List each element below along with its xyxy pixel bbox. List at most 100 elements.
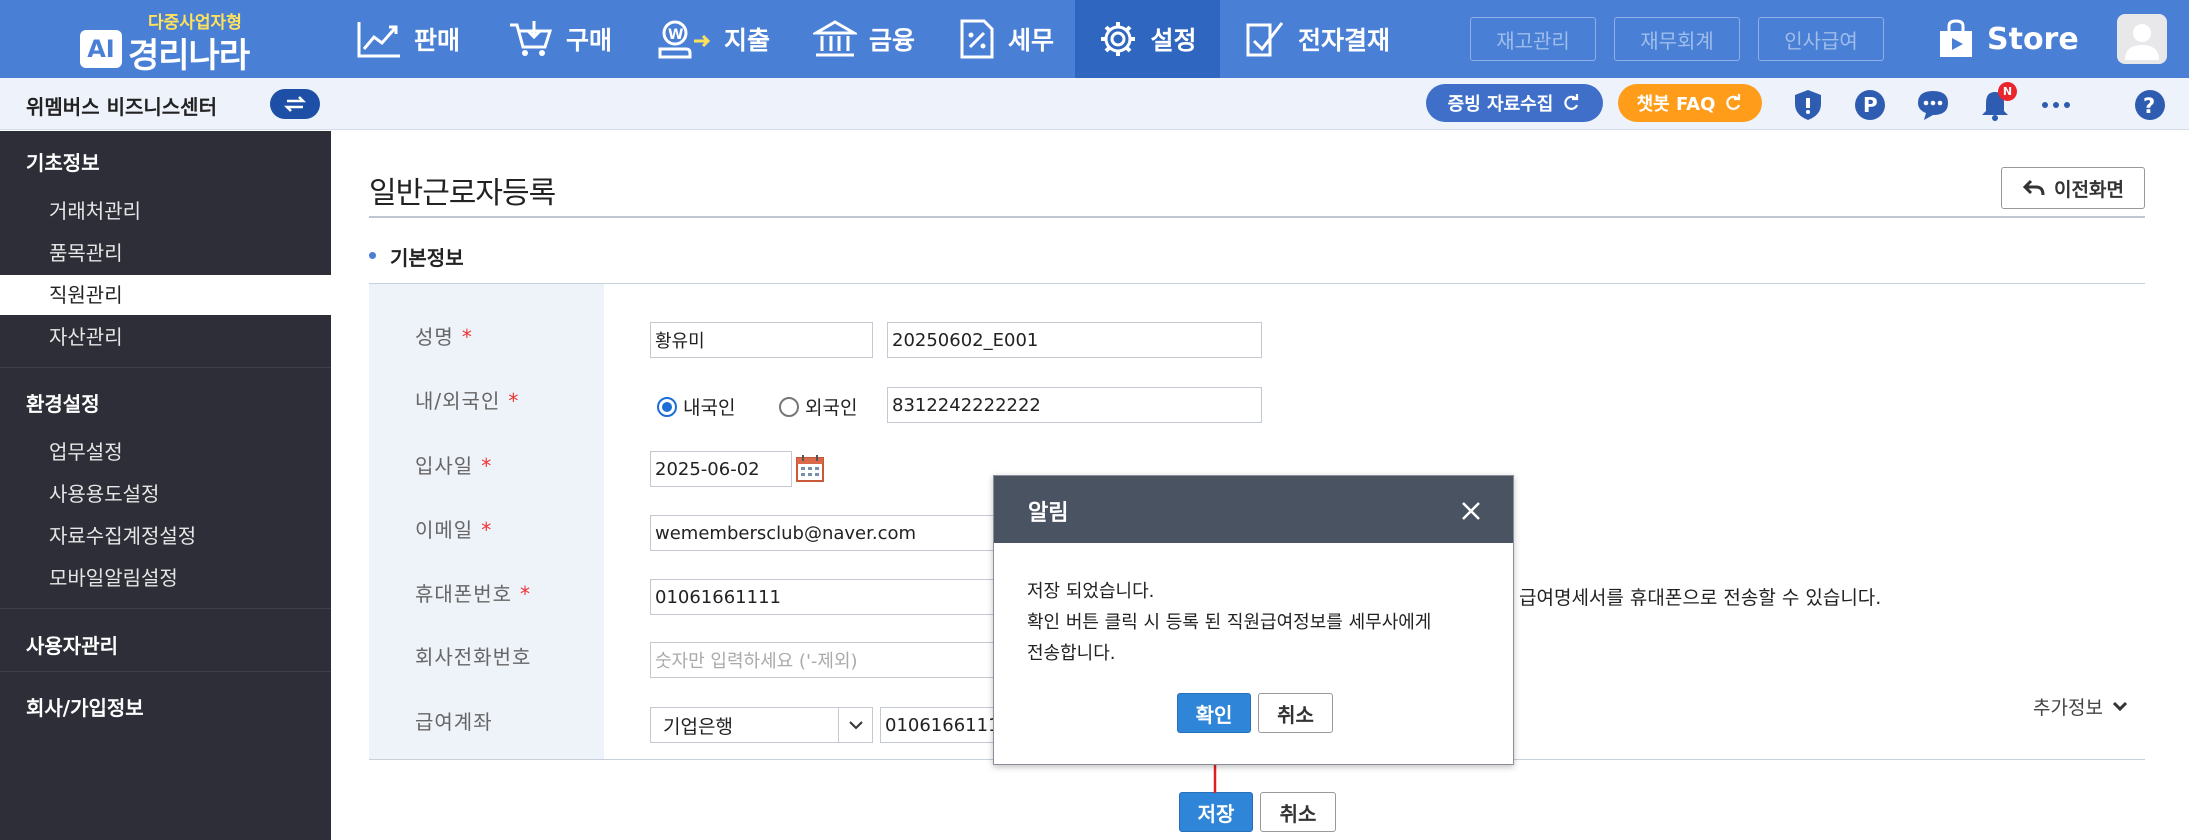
evidence-collection-label: 증빙 자료수집 (1447, 94, 1554, 115)
label-company-phone: 회사전화번호 (415, 645, 532, 669)
nav-label: 판매 (414, 26, 461, 55)
label-name: 성명 * (415, 325, 473, 349)
nav-item-tax[interactable]: 세무 (958, 0, 1054, 78)
shield-icon (1795, 90, 1821, 120)
sidebar-item-collection-accounts[interactable]: 자료수집계정설정 (0, 516, 331, 556)
accounting-button[interactable]: 재무회계 (1614, 17, 1740, 61)
required-mark: * (461, 325, 473, 349)
chatbot-faq-label: 챗봇 FAQ (1636, 94, 1716, 115)
sidebar-item-assets[interactable]: 자산관리 (0, 317, 331, 357)
security-button[interactable] (1791, 88, 1825, 122)
radio-domestic[interactable]: 내국인 (657, 393, 735, 420)
logo-ai-badge: AI (80, 30, 122, 68)
nav-item-expense[interactable]: W 지출 (656, 0, 770, 78)
additional-info-toggle[interactable]: 추가정보 (2033, 693, 2129, 720)
evidence-collection-button[interactable]: 증빙 자료수집 (1426, 84, 1603, 122)
nav-item-e-approval[interactable]: 전자결재 (1244, 0, 1390, 78)
refresh-icon (1564, 94, 1579, 110)
chevron-down-icon (2112, 701, 2127, 711)
mobile-notice-text: 급여명세서를 휴대폰으로 전송할 수 있습니다. (1519, 587, 1882, 609)
company-phone-input[interactable]: 숫자만 입력하세요 ('-제외) (650, 642, 995, 678)
dialog-cancel-button[interactable]: 취소 (1258, 693, 1333, 733)
hire-date-input[interactable]: 2025-06-02 (650, 451, 792, 487)
top-nav: 다중사업자형 AI 경리나라 판매 구매 W 지출 금융 세무 설정 전자결재 … (0, 0, 2189, 78)
mobile-input[interactable]: 01061661111 (650, 579, 995, 615)
sidebar-item-employees[interactable]: 직원관리 (0, 275, 331, 315)
radio-button[interactable] (779, 396, 799, 417)
required-mark: * (508, 389, 520, 413)
nav-label: 전자결재 (1298, 26, 1391, 55)
required-mark: * (481, 518, 493, 542)
nav-item-settings[interactable]: 설정 (1075, 0, 1220, 78)
point-button[interactable]: P (1853, 88, 1887, 122)
label-mobile: 휴대폰번호 * (415, 582, 531, 606)
sidebar-section-environment[interactable]: 환경설정 (26, 388, 100, 417)
label-email: 이메일 * (415, 518, 493, 542)
logo[interactable]: 다중사업자형 AI 경리나라 (80, 6, 260, 76)
cancel-button[interactable]: 취소 (1260, 792, 1336, 832)
label-nationality: 내/외국인 * (415, 389, 520, 413)
inventory-button[interactable]: 재고관리 (1470, 17, 1596, 61)
chat-button[interactable] (1916, 88, 1950, 122)
dialog-message-line-3: 전송합니다. (1027, 643, 1116, 664)
sidebar-item-work-settings[interactable]: 업무설정 (0, 432, 331, 472)
resident-number-input[interactable]: 8312242222222 (887, 387, 1262, 423)
refresh-icon (1726, 94, 1741, 110)
notification-button[interactable]: N (1978, 82, 2017, 122)
chat-bubble-icon (1918, 91, 1948, 120)
nav-label: 지출 (724, 26, 771, 55)
name-input[interactable]: 황유미 (650, 322, 873, 358)
help-icon: ? (2135, 90, 2165, 120)
calendar-icon[interactable] (795, 453, 825, 483)
sidebar-item-clients[interactable]: 거래처관리 (0, 191, 331, 231)
employee-code-input[interactable]: 20250602_E001 (887, 322, 1262, 358)
point-icon: P (1855, 90, 1885, 120)
help-button[interactable]: ? (2133, 88, 2167, 122)
store-button[interactable]: Store (1937, 14, 2079, 64)
sidebar-section-users[interactable]: 사용자관리 (26, 630, 118, 659)
svg-text:W: W (668, 27, 683, 43)
nav-item-purchase[interactable]: 구매 (508, 0, 612, 78)
bank-select[interactable]: 기업은행 (650, 707, 873, 743)
previous-screen-button[interactable]: 이전화면 (2001, 167, 2145, 209)
nav-label: 구매 (566, 26, 613, 55)
chart-line-icon (357, 22, 400, 58)
tax-document-icon (960, 19, 994, 59)
bank-icon (813, 20, 857, 57)
company-switch-button[interactable] (270, 89, 320, 119)
additional-info-label: 추가정보 (2033, 697, 2103, 719)
confirm-button[interactable]: 확인 (1177, 693, 1251, 733)
radio-foreign[interactable]: 외국인 (779, 393, 857, 420)
dialog-message-line-2: 확인 버튼 클릭 시 등록 된 직원급여정보를 세무사에게 (1027, 612, 1432, 633)
store-label: Store (1987, 21, 2079, 57)
section-divider (369, 283, 2145, 284)
more-button[interactable] (2039, 88, 2073, 122)
dialog-header: 알림 (994, 476, 1513, 543)
nav-item-finance[interactable]: 금융 (813, 0, 915, 78)
notification-badge: N (1998, 82, 2017, 101)
radio-domestic-label: 내국인 (683, 397, 736, 419)
sidebar-section-company-info[interactable]: 회사/가입정보 (26, 692, 144, 721)
required-mark: * (520, 582, 531, 606)
close-icon[interactable] (1460, 500, 1482, 522)
save-button[interactable]: 저장 (1179, 792, 1253, 832)
radio-foreign-label: 외국인 (805, 397, 858, 419)
payroll-button[interactable]: 인사급여 (1758, 17, 1884, 61)
sidebar-section-basic-info[interactable]: 기초정보 (26, 147, 100, 176)
user-avatar[interactable] (2117, 14, 2167, 64)
sidebar-item-usage-settings[interactable]: 사용용도설정 (0, 474, 331, 514)
chatbot-faq-button[interactable]: 챗봇 FAQ (1618, 84, 1762, 122)
radio-button-checked[interactable] (657, 396, 677, 417)
sub-bar: 위멤버스 비즈니스센터 증빙 자료수집 챗봇 FAQ P N ? (0, 78, 2189, 130)
store-bag-icon (1940, 19, 1972, 57)
dialog-message-line-1: 저장 되었습니다. (1027, 581, 1155, 602)
nav-label: 세무 (1008, 26, 1055, 55)
gear-icon (1101, 22, 1136, 56)
sidebar-divider (0, 367, 331, 368)
account-number-input[interactable]: 01061661111 (880, 707, 995, 743)
approval-icon (1246, 22, 1284, 57)
nav-item-sales[interactable]: 판매 (356, 0, 460, 78)
email-input[interactable]: wemembersclub@naver.com (650, 515, 995, 551)
sidebar-item-products[interactable]: 품목관리 (0, 233, 331, 273)
sidebar-item-mobile-alerts[interactable]: 모바일알림설정 (0, 558, 331, 598)
